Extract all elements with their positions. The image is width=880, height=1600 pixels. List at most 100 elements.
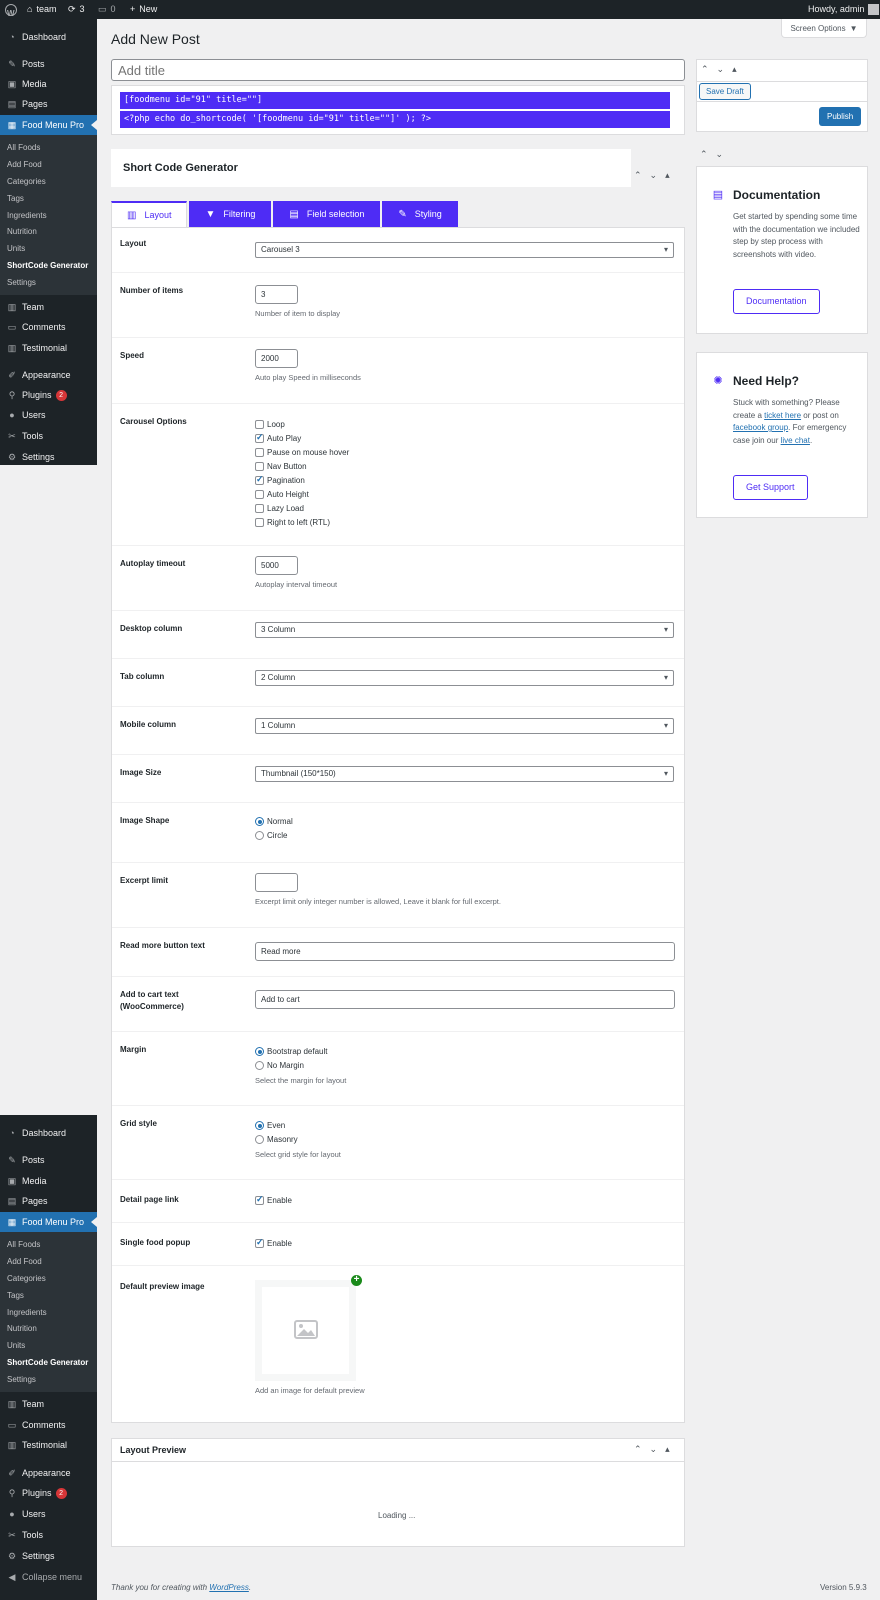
submenu-add-food[interactable]: Add Food [7, 158, 42, 172]
move-up-icon[interactable]: ⌃ [634, 1444, 642, 1455]
menu-comments[interactable]: ▭ Comments [0, 1415, 97, 1435]
speed-input[interactable]: 2000 [255, 349, 298, 368]
menu-team[interactable]: ▥ Team [0, 297, 97, 317]
menu-plugins[interactable]: ⚲ Plugins 2 [0, 1483, 97, 1503]
checkbox[interactable] [255, 447, 264, 457]
layout-select[interactable]: Carousel 3 [255, 242, 674, 258]
move-up-icon[interactable]: ⌃ [634, 170, 642, 181]
submenu-nutrition[interactable]: Nutrition [7, 1322, 37, 1336]
submenu-ingredients[interactable]: Ingredients [7, 209, 47, 223]
publish-button[interactable]: Publish [819, 107, 862, 126]
move-down-icon[interactable]: ⌄ [650, 1444, 658, 1455]
menu-pages[interactable]: ▤ Pages [0, 1191, 97, 1211]
checkbox[interactable] [255, 419, 264, 429]
radio[interactable] [255, 830, 264, 840]
submenu-settings[interactable]: Settings [7, 1373, 36, 1387]
desktop-column-select[interactable]: 3 Column [255, 622, 674, 638]
menu-settings[interactable]: ⚙ Settings [0, 447, 97, 465]
excerpt-input[interactable] [255, 873, 298, 892]
radio[interactable] [255, 1134, 264, 1144]
menu-food-menu-pro[interactable]: ▦ Food Menu Pro [0, 115, 97, 135]
carousel-option[interactable]: Auto Height [255, 488, 309, 500]
submenu-all-foods[interactable]: All Foods [7, 141, 40, 155]
menu-appearance[interactable]: ✐ Appearance [0, 365, 97, 385]
checkbox[interactable] [255, 432, 264, 443]
checkbox[interactable] [255, 1237, 264, 1248]
menu-users[interactable]: ● Users [0, 405, 97, 425]
checkbox[interactable] [255, 474, 264, 485]
checkbox[interactable] [255, 503, 264, 513]
grid-option[interactable]: Masonry [255, 1133, 298, 1145]
submenu-nutrition[interactable]: Nutrition [7, 225, 37, 239]
add-image-icon[interactable]: + [351, 1275, 362, 1286]
menu-testimonial[interactable]: ▥ Testimonial [0, 1435, 97, 1455]
documentation-button[interactable]: Documentation [733, 289, 820, 314]
submenu-units[interactable]: Units [7, 242, 25, 256]
updates-link[interactable]: ⟳ 3 [68, 0, 85, 19]
radio[interactable] [255, 1120, 264, 1130]
comments-link[interactable]: ▭ 0 [98, 0, 116, 19]
tab-layout[interactable]: ▥ Layout [111, 201, 188, 227]
detail-link-option[interactable]: Enable [255, 1194, 292, 1206]
submenu-ingredients[interactable]: Ingredients [7, 1306, 47, 1320]
menu-tools[interactable]: ✂ Tools [0, 426, 97, 446]
get-support-button[interactable]: Get Support [733, 475, 808, 500]
tab-column-select[interactable]: 2 Column [255, 670, 674, 686]
tab-field-selection[interactable]: ▤ Field selection [273, 201, 381, 227]
toggle-icon[interactable]: ▴ [665, 170, 670, 181]
menu-comments[interactable]: ▭ Comments [0, 317, 97, 337]
carousel-option[interactable]: Nav Button [255, 460, 307, 472]
account-menu[interactable]: Howdy, admin [808, 0, 880, 19]
submenu-categories[interactable]: Categories [7, 1272, 46, 1286]
carousel-option[interactable]: Loop [255, 418, 285, 430]
menu-settings[interactable]: ⚙ Settings [0, 1546, 97, 1566]
post-title-input[interactable] [111, 59, 685, 81]
collapse-menu-button[interactable]: ◀ Collapse menu [0, 1567, 97, 1587]
carousel-option[interactable]: Pause on mouse hover [255, 446, 349, 458]
live-chat-link[interactable]: live chat [781, 436, 810, 445]
move-down-icon[interactable]: ⌄ [716, 149, 724, 160]
save-draft-button[interactable]: Save Draft [699, 83, 751, 100]
submenu-all-foods[interactable]: All Foods [7, 1238, 40, 1252]
move-up-icon[interactable]: ⌃ [700, 149, 708, 160]
add-to-cart-input[interactable]: Add to cart [255, 990, 675, 1009]
popup-option[interactable]: Enable [255, 1237, 292, 1249]
carousel-option[interactable]: Lazy Load [255, 502, 304, 514]
menu-pages[interactable]: ▤ Pages [0, 94, 97, 114]
ticket-link[interactable]: ticket here [764, 411, 801, 420]
menu-plugins[interactable]: ⚲ Plugins 2 [0, 385, 97, 405]
items-input[interactable]: 3 [255, 285, 298, 304]
checkbox[interactable] [255, 517, 264, 527]
submenu-add-food[interactable]: Add Food [7, 1255, 42, 1269]
shortcode-line[interactable]: [foodmenu id="91" title=""] [120, 92, 670, 109]
submenu-tags[interactable]: Tags [7, 1289, 24, 1303]
move-down-icon[interactable]: ⌄ [717, 64, 725, 75]
grid-option[interactable]: Even [255, 1119, 285, 1131]
carousel-option[interactable]: Pagination [255, 474, 305, 486]
carousel-option[interactable]: Right to left (RTL) [255, 516, 330, 528]
menu-food-menu-pro[interactable]: ▦ Food Menu Pro [0, 1212, 97, 1232]
submenu-units[interactable]: Units [7, 1339, 25, 1353]
site-name-link[interactable]: ⌂ team [27, 0, 56, 19]
read-more-input[interactable]: Read more [255, 942, 675, 961]
mobile-column-select[interactable]: 1 Column [255, 718, 674, 734]
submenu-categories[interactable]: Categories [7, 175, 46, 189]
submenu-settings[interactable]: Settings [7, 276, 36, 290]
submenu-shortcode-generator[interactable]: ShortCode Generator [7, 1356, 88, 1370]
move-down-icon[interactable]: ⌄ [650, 170, 658, 181]
carousel-option[interactable]: Auto Play [255, 432, 301, 444]
menu-tools[interactable]: ✂ Tools [0, 1525, 97, 1545]
submenu-shortcode-generator[interactable]: ShortCode Generator [7, 259, 88, 273]
margin-option[interactable]: No Margin [255, 1059, 304, 1071]
checkbox[interactable] [255, 489, 264, 499]
radio[interactable] [255, 816, 264, 826]
facebook-group-link[interactable]: facebook group [733, 423, 788, 432]
image-size-select[interactable]: Thumbnail (150*150) [255, 766, 674, 782]
menu-media[interactable]: ▣ Media [0, 1171, 97, 1191]
radio[interactable] [255, 1046, 264, 1056]
image-shape-option[interactable]: Normal [255, 815, 293, 827]
move-up-icon[interactable]: ⌃ [701, 64, 709, 75]
tab-filtering[interactable]: ▼ Filtering [189, 201, 272, 227]
autoplay-timeout-input[interactable]: 5000 [255, 556, 298, 575]
menu-media[interactable]: ▣ Media [0, 74, 97, 94]
